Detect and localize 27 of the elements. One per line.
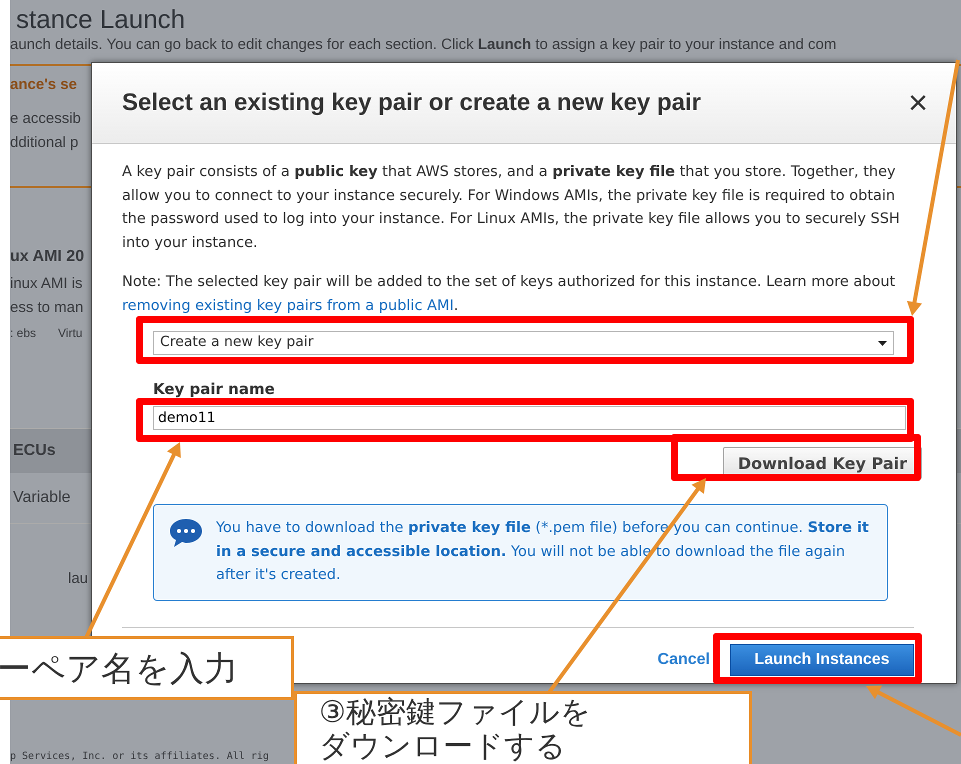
- ami-tag: Virtu: [58, 326, 82, 340]
- section-text: e accessib: [10, 109, 81, 129]
- description-text: A key pair consists of a public key that AWS stores, and a private key file that you store. Together, they allow you to connect to your instance securely. For Windows AMIs, the private key file is required to obtain the password used to log into your instance. For Linux AMIs, the private key file allows you to securely SSH into your instance.: [122, 163, 901, 252]
- launch-instances-button[interactable]: Launch Instances: [730, 644, 914, 676]
- chat-bubble-icon: [168, 517, 204, 549]
- cancel-link[interactable]: Cancel: [658, 648, 710, 672]
- callout-text: ③秘密鍵ファイルを: [319, 696, 592, 730]
- section-text: dditional p: [10, 133, 78, 153]
- ami-tag: : ebs: [10, 326, 36, 340]
- dialog-title: Select an existing key pair or create a new key pair: [122, 89, 701, 117]
- ami-description: ess to man: [10, 298, 84, 318]
- key-pair-name-field[interactable]: demo11: [153, 406, 906, 430]
- ami-title: ux AMI 20: [10, 248, 84, 266]
- callout-text: ーペア名を入力: [0, 648, 239, 691]
- section-heading: ance's se: [10, 76, 78, 93]
- note-text: Note: The selected key pair will be added to the set of keys authorized for this instance. Learn more about removing existing key pairs from a public AMI.: [122, 273, 896, 316]
- field-label: Key pair name: [153, 381, 275, 397]
- close-button[interactable]: ×: [908, 86, 928, 120]
- page-title: stance Launch: [15, 3, 186, 34]
- copyright-text: p Services, Inc. or its affiliates. All rig: [10, 751, 269, 762]
- caret-icon: [878, 340, 887, 346]
- page-subtitle: aunch details. You can go back to edit changes for each section. Click Launch to assign a key pair to your instance and com: [10, 35, 838, 55]
- page-text: lau: [68, 570, 88, 587]
- callout-text: ダウンロードする: [319, 730, 567, 764]
- key-pair-dropdown[interactable]: Create a new key pair: [153, 331, 894, 355]
- help-link[interactable]: removing existing key pairs from a public AMI: [122, 298, 454, 314]
- ami-description: inux AMI is: [10, 274, 83, 294]
